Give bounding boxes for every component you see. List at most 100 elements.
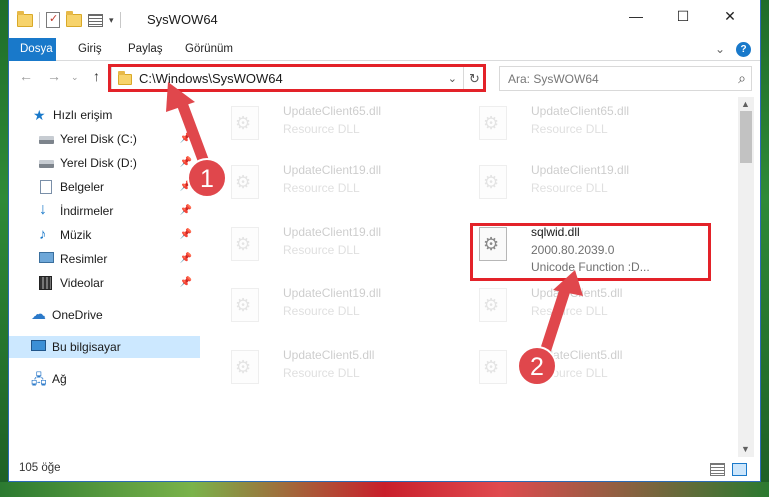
pin-icon: 📌 bbox=[179, 277, 192, 288]
toolbar-divider bbox=[39, 12, 40, 28]
sidebar-item-onedrive[interactable]: ☁ OneDrive bbox=[9, 304, 200, 326]
network-icon: 🖧 bbox=[31, 371, 47, 387]
pin-icon: 📌 bbox=[179, 205, 192, 216]
tab-gorunum[interactable]: Görünüm bbox=[174, 38, 244, 61]
computer-icon bbox=[31, 340, 46, 351]
picture-icon bbox=[39, 252, 54, 263]
search-input[interactable]: Ara: SysWOW64 ⌕ bbox=[499, 66, 752, 91]
sidebar-item-downloads[interactable]: ↓ İndirmeler 📌 bbox=[9, 200, 200, 222]
file-item[interactable]: UpdateClient19.dll Resource DLL bbox=[213, 282, 438, 332]
file-item[interactable]: UpdateClient19.dll Resource DLL bbox=[213, 159, 438, 209]
item-count: 105 öğe bbox=[19, 462, 61, 474]
folder-icon bbox=[17, 10, 33, 27]
sidebar-item-this-pc[interactable]: Bu bilgisayar bbox=[9, 336, 200, 358]
quick-access-toolbar: ▾ bbox=[17, 10, 121, 28]
dll-file-icon bbox=[231, 106, 259, 140]
customize-toolbar-chevron-icon[interactable]: ▾ bbox=[109, 15, 114, 26]
minimize-button[interactable]: — bbox=[613, 0, 659, 32]
pin-icon: 📌 bbox=[179, 229, 192, 240]
navigation-pane: ★ Hızlı erişim Yerel Disk (C:) 📌 Yerel D… bbox=[9, 97, 202, 452]
star-icon: ★ bbox=[33, 107, 46, 123]
ribbon-tabs: Dosya Giriş Paylaş Görünüm ⌄ ? bbox=[9, 38, 760, 61]
file-item[interactable]: UpdateClient5.dll Resource DLL bbox=[213, 344, 438, 394]
pin-icon: 📌 bbox=[179, 157, 192, 168]
file-item[interactable]: UpdateClient5.dll Resource DLL bbox=[461, 344, 686, 394]
up-arrow-icon[interactable]: ↑ bbox=[93, 68, 100, 84]
back-arrow-icon[interactable]: ← bbox=[19, 68, 33, 84]
dll-file-icon bbox=[479, 165, 507, 199]
details-view-icon[interactable] bbox=[710, 463, 725, 476]
file-type: Resource DLL bbox=[283, 366, 360, 380]
scroll-up-arrow-icon[interactable]: ▲ bbox=[741, 99, 750, 109]
sidebar-item-music[interactable]: ♪ Müzik 📌 bbox=[9, 224, 200, 246]
pin-icon: 📌 bbox=[179, 181, 192, 192]
sidebar-item-pictures[interactable]: Resimler 📌 bbox=[9, 248, 200, 270]
sidebar-item-videos[interactable]: Videolar 📌 bbox=[9, 272, 200, 294]
file-item[interactable]: UpdateClient65.dll Resource DLL bbox=[213, 100, 438, 150]
file-name: UpdateClient5.dll bbox=[531, 348, 623, 362]
tab-giris[interactable]: Giriş bbox=[67, 38, 113, 61]
vertical-scrollbar[interactable]: ▲ ▼ bbox=[738, 97, 754, 457]
sidebar-item-quick-access[interactable]: ★ Hızlı erişim bbox=[9, 104, 200, 126]
dll-file-icon bbox=[479, 106, 507, 140]
sidebar-item-label: Bu bilgisayar bbox=[52, 340, 121, 354]
sidebar-item-label: Resimler bbox=[60, 252, 108, 266]
file-name: UpdateClient19.dll bbox=[283, 225, 382, 239]
search-icon: ⌕ bbox=[738, 70, 746, 86]
file-type: Resource DLL bbox=[283, 243, 360, 257]
file-name: UpdateClient65.dll bbox=[531, 104, 630, 118]
sidebar-item-label: Ağ bbox=[52, 372, 67, 386]
pin-icon: 📌 bbox=[179, 253, 192, 264]
sidebar-item-local-disk-d[interactable]: Yerel Disk (D:) 📌 bbox=[9, 152, 200, 174]
sidebar-item-label: Videolar bbox=[60, 276, 104, 290]
maximize-button[interactable]: ☐ bbox=[660, 0, 706, 32]
file-item[interactable]: UpdateClient65.dll Resource DLL bbox=[461, 100, 686, 150]
file-type: Resource DLL bbox=[531, 304, 608, 318]
file-highlight-box bbox=[470, 223, 711, 281]
view-options-icon[interactable] bbox=[88, 13, 103, 27]
sidebar-item-local-disk-c[interactable]: Yerel Disk (C:) 📌 bbox=[9, 128, 200, 150]
music-icon: ♪ bbox=[39, 226, 47, 243]
toolbar-divider bbox=[119, 12, 121, 28]
search-placeholder: Ara: SysWOW64 bbox=[508, 72, 599, 86]
forward-arrow-icon[interactable]: → bbox=[47, 68, 61, 84]
scrollbar-thumb[interactable] bbox=[740, 111, 752, 163]
desktop-background bbox=[0, 482, 769, 497]
file-name: UpdateClient5.dll bbox=[531, 286, 623, 300]
file-type: Resource DLL bbox=[283, 181, 360, 195]
sidebar-item-network[interactable]: 🖧 Ağ bbox=[9, 368, 200, 390]
window-title: SysWOW64 bbox=[147, 12, 218, 27]
file-type: Resource DLL bbox=[283, 122, 360, 136]
recent-locations-chevron-icon[interactable]: ⌄ bbox=[71, 72, 79, 83]
dll-file-icon bbox=[231, 350, 259, 384]
dll-file-icon bbox=[479, 350, 507, 384]
disk-icon bbox=[39, 160, 54, 168]
status-bar: 105 öğe bbox=[9, 458, 760, 481]
sidebar-item-label: İndirmeler bbox=[60, 204, 114, 218]
close-button[interactable]: ✕ bbox=[707, 0, 753, 32]
scroll-down-arrow-icon[interactable]: ▼ bbox=[741, 444, 750, 454]
new-folder-icon[interactable] bbox=[66, 10, 82, 27]
sidebar-item-documents[interactable]: Belgeler 📌 bbox=[9, 176, 200, 198]
properties-icon[interactable] bbox=[46, 12, 60, 28]
ribbon-expand-chevron-icon[interactable]: ⌄ bbox=[715, 42, 725, 56]
tab-dosya[interactable]: Dosya bbox=[9, 38, 56, 61]
sidebar-item-label: Yerel Disk (C:) bbox=[60, 132, 137, 146]
title-bar: ▾ SysWOW64 — ☐ ✕ bbox=[9, 0, 760, 38]
sidebar-item-label: Yerel Disk (D:) bbox=[60, 156, 137, 170]
file-name: UpdateClient19.dll bbox=[283, 286, 382, 300]
dll-file-icon bbox=[231, 165, 259, 199]
help-button[interactable]: ? bbox=[736, 42, 751, 57]
file-name: UpdateClient19.dll bbox=[531, 163, 630, 177]
large-icons-view-icon[interactable] bbox=[732, 463, 747, 476]
sidebar-item-label: Belgeler bbox=[60, 180, 105, 194]
file-item[interactable]: UpdateClient5.dll Resource DLL bbox=[461, 282, 686, 332]
file-name: UpdateClient5.dll bbox=[283, 348, 375, 362]
file-item[interactable]: UpdateClient19.dll Resource DLL bbox=[213, 221, 438, 271]
pin-icon: 📌 bbox=[179, 133, 192, 144]
file-item[interactable]: UpdateClient19.dll Resource DLL bbox=[461, 159, 686, 209]
cloud-icon: ☁ bbox=[31, 306, 46, 323]
tab-paylas[interactable]: Paylaş bbox=[117, 38, 174, 61]
document-icon bbox=[40, 180, 52, 194]
dll-file-icon bbox=[479, 288, 507, 322]
